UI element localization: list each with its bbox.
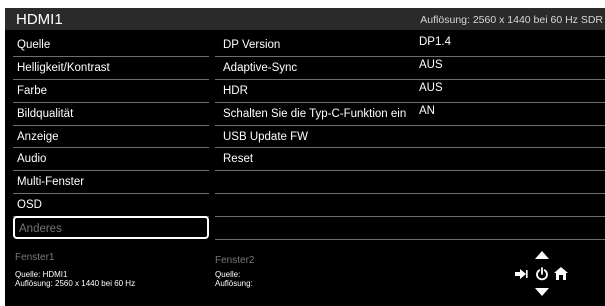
menu-item-quelle[interactable]: Quelle [13,34,209,57]
submenu-empty-row [215,171,413,195]
submenu-item-adaptive-sync[interactable]: Adaptive-Sync [215,57,413,80]
fenster1-resolution: Auflösung: 2560 x 1440 bei 60 Hz [15,279,136,288]
fenster1-title: Fenster1 [15,252,55,263]
input-icon[interactable] [514,268,528,280]
value-empty-row [413,148,605,172]
fenster2-source: Quelle: [215,270,241,279]
fenster2-title: Fenster2 [215,255,255,266]
navigation-controls [510,251,580,306]
home-icon[interactable] [554,267,568,280]
submenu-item-reset[interactable]: Reset [215,148,413,172]
menu-item-osd[interactable]: OSD [13,194,209,218]
osd-panel: HDMI1 Auflösung: 2560 x 1440 bei 60 Hz S… [5,8,605,306]
input-source-title: HDMI1 [16,11,63,28]
main-menu: Quelle Helligkeit/Kontrast Farbe Bildqua… [13,34,209,240]
title-bar: HDMI1 Auflösung: 2560 x 1440 bei 60 Hz S… [5,8,605,30]
menu-item-farbe[interactable]: Farbe [13,80,209,103]
fenster1-source: Quelle: HDMI1 [15,270,68,279]
submenu-item-usb-update-fw[interactable]: USB Update FW [215,126,413,149]
fenster1-panel: Fenster1 Quelle: HDMI1 Auflösung: 2560 x… [15,252,205,288]
value-empty-row [413,217,605,241]
power-icon[interactable] [535,267,549,281]
value-column: DP1.4 AUS AUS AN [413,34,605,241]
menu-item-anderes[interactable]: Anderes [13,216,209,240]
submenu-item-type-c-function[interactable]: Schalten Sie die Typ-C-Funktion ein [215,103,413,126]
resolution-status: Auflösung: 2560 x 1440 bei 60 Hz SDR [420,14,603,26]
value-dp-version: DP1.4 [413,34,605,57]
value-type-c-function: AN [413,103,605,126]
value-empty-row [413,171,605,195]
menu-item-multi-fenster[interactable]: Multi-Fenster [13,171,209,195]
submenu-item-hdr[interactable]: HDR [215,80,413,103]
menu-item-anzeige[interactable]: Anzeige [13,126,209,149]
fenster2-resolution: Auflösung: [215,279,253,288]
submenu: DP Version Adaptive-Sync HDR Schalten Si… [215,34,413,241]
menu-item-helligkeit-kontrast[interactable]: Helligkeit/Kontrast [13,57,209,80]
value-adaptive-sync: AUS [413,57,605,80]
submenu-empty-row [215,194,413,218]
menu-item-audio[interactable]: Audio [13,148,209,172]
value-empty-row [413,126,605,149]
up-arrow-icon[interactable] [535,251,549,259]
down-arrow-icon[interactable] [535,288,549,296]
value-empty-row [413,194,605,218]
value-hdr: AUS [413,80,605,103]
submenu-empty-row [215,217,413,241]
menu-item-bildqualitaet[interactable]: Bildqualität [13,103,209,126]
fenster2-panel: Fenster2 Quelle: Auflösung: [215,255,405,288]
footer: Fenster1 Quelle: HDMI1 Auflösung: 2560 x… [5,251,605,306]
submenu-item-dp-version[interactable]: DP Version [215,34,413,57]
